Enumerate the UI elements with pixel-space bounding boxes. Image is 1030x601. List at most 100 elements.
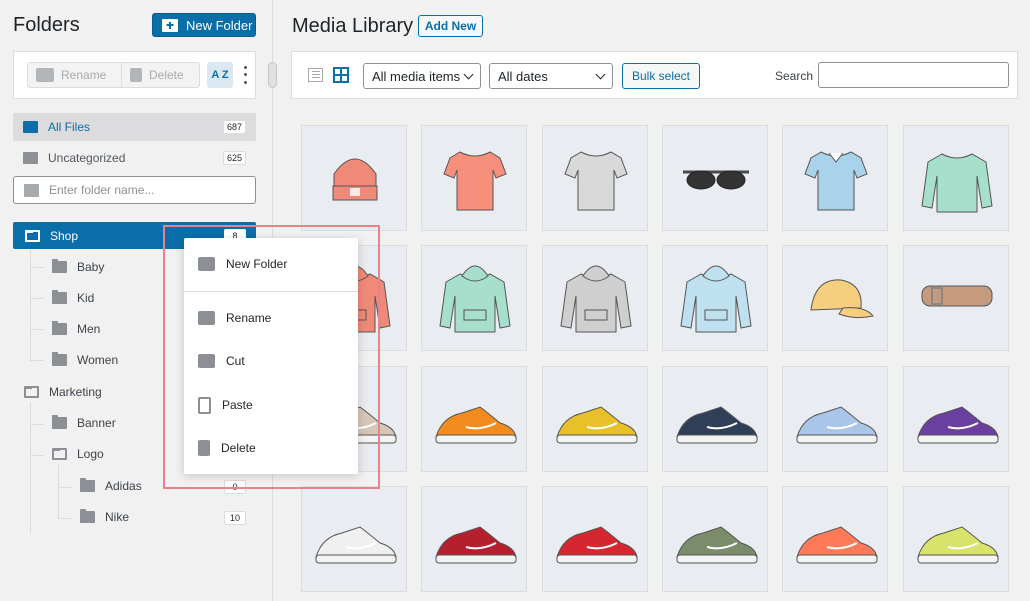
tshirt-image: [564, 151, 628, 211]
menu-item-paste[interactable]: Paste: [184, 387, 358, 423]
all-files-item[interactable]: All Files 687: [13, 113, 256, 141]
tree-connector: [30, 360, 44, 361]
belt-image: [921, 285, 993, 307]
media-type-select[interactable]: All media items: [363, 63, 481, 89]
media-thumbnail-sneaker[interactable]: [542, 486, 648, 592]
sneaker-image: [796, 406, 878, 444]
folder-label: Logo: [77, 447, 104, 461]
folder-item-marketing[interactable]: Marketing: [24, 382, 102, 402]
sneaker-image: [917, 406, 999, 444]
media-thumbnail-belt[interactable]: [903, 245, 1009, 351]
folder-search-field[interactable]: [13, 176, 256, 204]
media-thumbnail-sunglasses[interactable]: [662, 125, 768, 231]
tree-connector: [58, 518, 72, 519]
folder-edit-icon: [198, 311, 215, 325]
delete-label: Delete: [149, 68, 184, 82]
add-new-button[interactable]: Add New: [418, 15, 483, 37]
trash-icon: [198, 440, 210, 456]
media-thumbnail-hoodie[interactable]: [421, 245, 527, 351]
date-value: All dates: [498, 68, 548, 84]
media-thumbnail-beanie[interactable]: [301, 125, 407, 231]
folder-context-menu: New Folder Rename Cut Paste Delete: [184, 238, 358, 474]
menu-item-delete[interactable]: Delete: [184, 430, 358, 466]
sneaker-image: [676, 406, 758, 444]
folder-item-women[interactable]: Women: [52, 350, 118, 370]
media-thumbnail-tshirt[interactable]: [542, 125, 648, 231]
folder-item-logo[interactable]: Logo: [52, 444, 104, 464]
all-files-label: All Files: [48, 120, 91, 134]
beanie-image: [332, 158, 378, 201]
media-thumbnail-sneaker[interactable]: [542, 366, 648, 472]
folder-item-banner[interactable]: Banner: [52, 413, 116, 433]
menu-item-label: Cut: [226, 354, 245, 368]
sidebar-resize-handle[interactable]: [268, 62, 277, 88]
folder-label: Kid: [77, 291, 95, 305]
folder-toolbar: Rename Delete A Z: [13, 51, 256, 99]
folder-icon: [52, 352, 67, 366]
media-thumbnail-tshirt[interactable]: [421, 125, 527, 231]
new-folder-label: New Folder: [186, 17, 253, 33]
folder-search-icon: [24, 183, 39, 197]
folder-open-icon: [24, 386, 39, 398]
page-title: Media Library: [292, 15, 414, 37]
menu-item-label: Rename: [226, 311, 272, 325]
sort-button[interactable]: A Z: [207, 62, 233, 88]
media-search-input[interactable]: [818, 62, 1009, 88]
folder-search-input[interactable]: [49, 183, 249, 197]
sneaker-image: [796, 526, 878, 564]
media-thumbnail-sneaker[interactable]: [421, 366, 527, 472]
hoodie-image: [439, 265, 511, 333]
media-thumbnail-sneaker[interactable]: [782, 366, 888, 472]
media-thumbnail-sneaker[interactable]: [301, 486, 407, 592]
media-thumbnail-hoodie[interactable]: [662, 245, 768, 351]
grid-view-icon[interactable]: [333, 67, 349, 83]
media-thumbnail-hoodie[interactable]: [542, 245, 648, 351]
chevron-down-icon: [463, 69, 474, 80]
tree-connector: [30, 402, 31, 533]
media-thumbnail-sneaker[interactable]: [662, 366, 768, 472]
tree-connector: [30, 455, 44, 456]
media-filter-bar: All media items All dates Bulk select Se…: [291, 51, 1018, 99]
folder-open-icon: [52, 448, 67, 460]
sneaker-image: [556, 406, 638, 444]
folder-item-nike[interactable]: Nike 10: [80, 507, 256, 527]
hoodie-image: [680, 265, 752, 333]
media-thumbnail-sneaker[interactable]: [421, 486, 527, 592]
all-files-count: 687: [222, 120, 246, 134]
menu-item-new-folder[interactable]: New Folder: [184, 246, 358, 282]
folder-icon: [52, 290, 67, 304]
new-folder-button[interactable]: New Folder: [152, 13, 256, 37]
uncategorized-item[interactable]: Uncategorized 625: [13, 144, 256, 172]
media-thumbnail-sneaker[interactable]: [903, 486, 1009, 592]
folder-count: 10: [224, 511, 246, 525]
media-thumbnail-cap[interactable]: [782, 245, 888, 351]
sneaker-image: [435, 526, 517, 564]
media-thumbnail-sneaker[interactable]: [662, 486, 768, 592]
folder-item-kid[interactable]: Kid: [52, 288, 94, 308]
menu-divider: [184, 291, 358, 292]
folder-item-baby[interactable]: Baby: [52, 257, 104, 277]
bulk-select-button[interactable]: Bulk select: [622, 63, 700, 89]
menu-item-label: Delete: [221, 441, 256, 455]
media-thumbnail-sweatshirt[interactable]: [903, 125, 1009, 231]
folder-label: Nike: [105, 510, 130, 524]
media-thumbnail-sneaker[interactable]: [782, 486, 888, 592]
sneaker-image: [556, 526, 638, 564]
sunglasses-image: [683, 170, 749, 190]
list-view-icon[interactable]: [308, 68, 323, 82]
folder-item-men[interactable]: Men: [52, 319, 100, 339]
delete-button[interactable]: Delete: [121, 62, 200, 88]
hoodie-image: [560, 265, 632, 333]
date-select[interactable]: All dates: [489, 63, 613, 89]
folder-label: Shop: [50, 228, 79, 243]
clipboard-icon: [198, 396, 211, 414]
media-thumbnail-polo[interactable]: [782, 125, 888, 231]
media-thumbnail-sneaker[interactable]: [903, 366, 1009, 472]
sneaker-image: [315, 526, 397, 564]
dot-icon: [243, 66, 247, 70]
menu-item-cut[interactable]: Cut: [184, 343, 358, 379]
search-label: Search: [775, 69, 814, 83]
more-options-button[interactable]: [241, 64, 249, 86]
menu-item-rename[interactable]: Rename: [184, 300, 358, 336]
uncategorized-count: 625: [222, 151, 246, 165]
